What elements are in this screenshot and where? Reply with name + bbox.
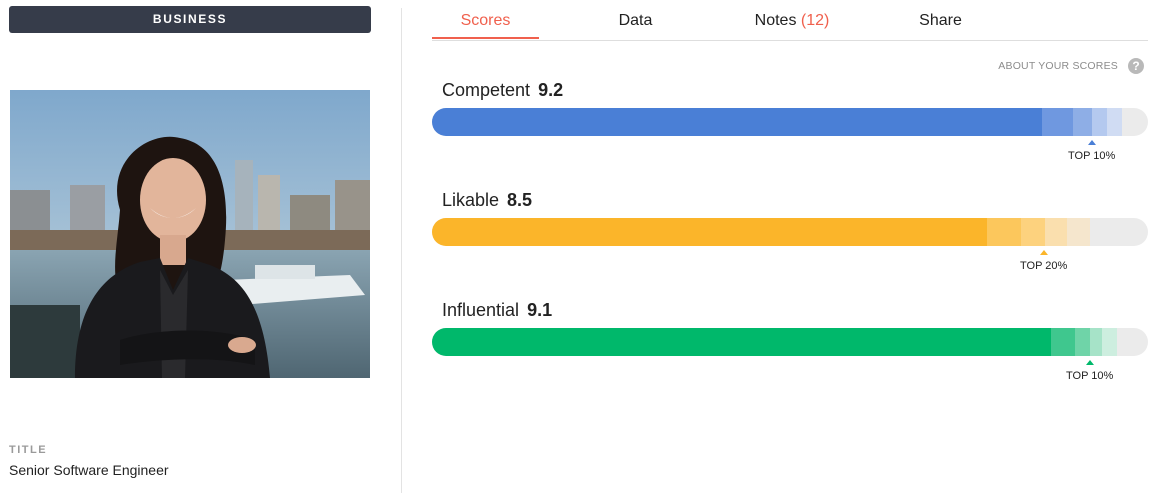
score-heading: Likable 8.5 (442, 190, 532, 211)
profile-photo (10, 90, 370, 378)
tint-segment-4 (1067, 218, 1090, 246)
score-likable: Likable 8.5 TOP 20% (432, 190, 1148, 290)
score-competent: Competent 9.2 TOP 10% (432, 80, 1148, 180)
score-bar (432, 328, 1148, 356)
score-name: Likable (442, 190, 500, 210)
tab-scores[interactable]: Scores (432, 12, 539, 40)
title-label: TITLE (9, 444, 48, 456)
score-heading: Competent 9.2 (442, 80, 563, 101)
score-bar (432, 108, 1148, 136)
active-tab-indicator (432, 37, 539, 39)
tab-share-label: Share (919, 12, 962, 29)
score-name: Competent (442, 80, 531, 100)
tint-segment-3 (1090, 328, 1102, 356)
score-value: 9.1 (527, 300, 553, 320)
tab-scores-label: Scores (460, 12, 511, 29)
score-value: 8.5 (507, 190, 533, 210)
score-influential: Influential 9.1 TOP 10% (432, 300, 1148, 400)
rank-label: TOP 10% (1068, 150, 1116, 162)
tab-data[interactable]: Data (582, 12, 689, 40)
panel-divider (401, 8, 402, 493)
tint-segment-2 (1021, 218, 1045, 246)
tab-notes-label: Notes (754, 12, 797, 29)
score-heading: Influential 9.1 (442, 300, 552, 321)
rank-marker-icon (1040, 250, 1048, 255)
title-value: Senior Software Engineer (9, 462, 169, 478)
tint-segment-2 (1075, 328, 1090, 356)
score-fill (432, 218, 987, 246)
category-badge: BUSINESS (9, 6, 371, 33)
score-fill (432, 108, 1042, 136)
rank-marker-icon (1086, 360, 1094, 365)
score-bar (432, 218, 1148, 246)
tint-segment-4 (1102, 328, 1117, 356)
tint-segment-2 (1073, 108, 1092, 136)
rank-marker-icon (1088, 140, 1096, 145)
tint-segment-1 (1051, 328, 1075, 356)
score-fill (432, 328, 1051, 356)
tint-segment-4 (1107, 108, 1122, 136)
profile-panel: BUSINESS TITLE Senior Software Engineer (0, 0, 401, 493)
about-scores-link[interactable]: ABOUT YOUR SCORES (998, 60, 1118, 72)
tab-data-label: Data (618, 12, 653, 29)
tab-bar: Scores Data Notes (12) Share (432, 0, 1148, 41)
tab-share[interactable]: Share (887, 12, 994, 40)
rank-label: TOP 10% (1066, 370, 1114, 382)
notes-count-badge: (12) (800, 12, 830, 29)
score-value: 9.2 (538, 80, 564, 100)
tint-segment-3 (1045, 218, 1067, 246)
tint-segment-1 (1042, 108, 1073, 136)
rank-label: TOP 20% (1020, 260, 1068, 272)
tint-segment-1 (987, 218, 1021, 246)
help-icon[interactable]: ? (1128, 58, 1144, 74)
tab-notes[interactable]: Notes (12) (732, 12, 852, 40)
tint-segment-3 (1092, 108, 1107, 136)
score-name: Influential (442, 300, 520, 320)
